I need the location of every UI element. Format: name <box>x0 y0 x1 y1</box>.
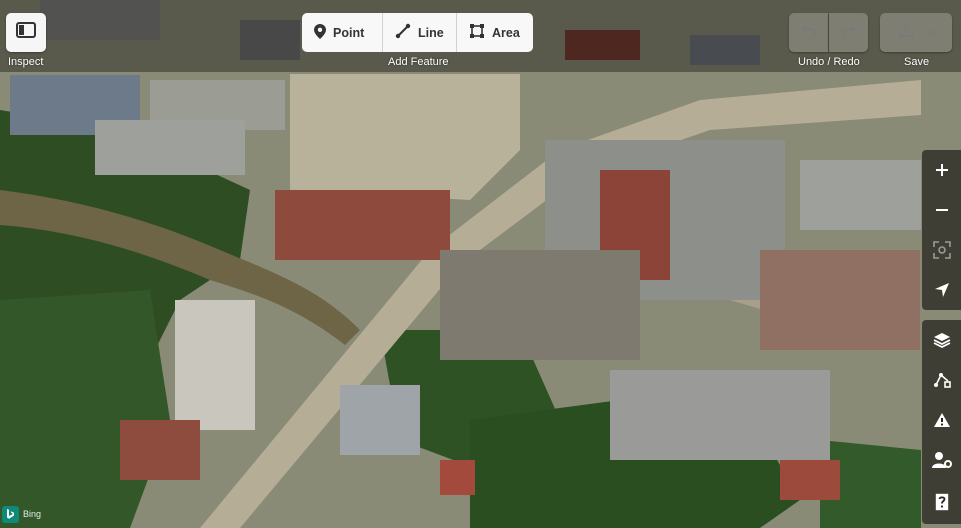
zoom-to-selection-button[interactable] <box>922 230 961 270</box>
zoom-out-button[interactable] <box>922 190 961 230</box>
upload-icon <box>898 22 914 43</box>
zoom-in-button[interactable] <box>922 150 961 190</box>
point-label: Point <box>333 25 365 40</box>
satellite-imagery <box>0 0 961 528</box>
help-button[interactable] <box>922 480 961 524</box>
point-button[interactable]: Point <box>302 13 383 52</box>
map-canvas[interactable]: Inspect Point Line Area Add Feature Undo… <box>0 0 961 528</box>
map-data-icon <box>933 371 951 389</box>
redo-button[interactable] <box>829 13 868 52</box>
area-button[interactable]: Area <box>457 13 533 52</box>
undo-icon <box>801 22 817 43</box>
inspect-label: Inspect <box>8 56 44 68</box>
area-draw-icon <box>469 23 485 42</box>
issues-button[interactable] <box>922 400 961 440</box>
help-icon <box>935 493 949 511</box>
bing-logo-icon <box>2 505 19 523</box>
save-count: 0 <box>927 26 935 39</box>
crosshair-frame-icon <box>932 241 951 259</box>
imagery-provider: Bing <box>23 509 42 519</box>
redo-icon <box>841 22 857 43</box>
line-button[interactable]: Line <box>383 13 457 52</box>
inspect-button[interactable] <box>6 13 46 52</box>
save-button[interactable]: 0 <box>880 13 952 52</box>
location-arrow-icon <box>934 282 950 298</box>
minus-icon <box>935 203 949 217</box>
preferences-button[interactable] <box>922 440 961 480</box>
map-data-button[interactable] <box>922 360 961 400</box>
plus-icon <box>935 163 949 177</box>
warning-icon <box>933 412 951 428</box>
area-label: Area <box>492 25 520 40</box>
imagery-attribution[interactable]: Bing <box>0 500 50 528</box>
layers-icon <box>933 331 951 349</box>
top-toolbar: Inspect Point Line Area Add Feature Undo… <box>0 0 961 72</box>
geolocate-button[interactable] <box>922 270 961 310</box>
line-draw-icon <box>395 23 411 42</box>
undo-redo-label: Undo / Redo <box>798 56 860 68</box>
user-gear-icon <box>931 451 952 469</box>
line-label: Line <box>418 25 444 40</box>
add-feature-label: Add Feature <box>388 56 449 68</box>
undo-button[interactable] <box>789 13 828 52</box>
background-layers-button[interactable] <box>922 320 961 360</box>
map-pin-icon <box>314 23 326 42</box>
sidebar-toggle-icon <box>16 22 36 43</box>
save-label: Save <box>904 56 930 68</box>
